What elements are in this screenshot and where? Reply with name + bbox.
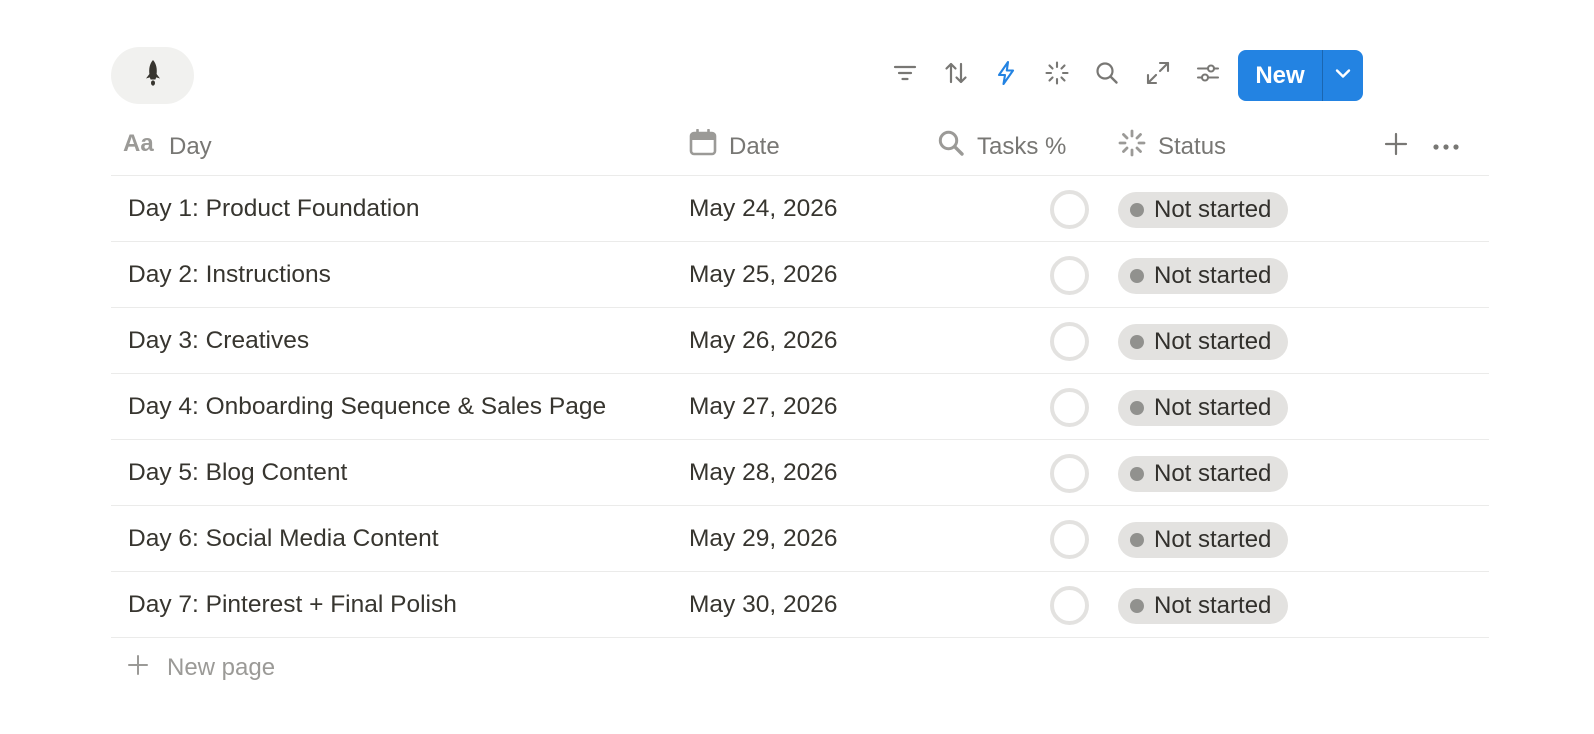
day-cell[interactable]: Day 4: Onboarding Sequence & Sales Page [128,374,606,439]
column-header-label: Status [1158,132,1227,160]
more-dots-icon [1433,138,1459,156]
automation-button[interactable] [981,50,1032,101]
status-dot [1130,203,1144,217]
plus-icon [127,654,167,683]
column-header-tasks[interactable]: Tasks % [937,118,1066,175]
view-tab-rocket[interactable] [111,47,194,104]
plus-icon [1384,132,1408,161]
search-icon [1094,60,1120,91]
status-badge[interactable]: Not started [1118,390,1289,426]
status-dot [1130,533,1144,547]
tasks-progress-ring[interactable] [1050,190,1089,229]
ai-button[interactable] [1032,50,1083,101]
date-cell[interactable]: May 26, 2026 [689,308,837,373]
add-property-button[interactable] [1376,118,1416,175]
table-row[interactable]: Day 2: Instructions May 25, 2026 Not sta… [111,242,1489,308]
expand-icon [1145,60,1171,91]
new-button[interactable]: New [1238,50,1322,101]
filter-button[interactable] [880,50,931,101]
table-row[interactable]: Day 4: Onboarding Sequence & Sales Page … [111,374,1489,440]
day-cell[interactable]: Day 7: Pinterest + Final Polish [128,572,457,637]
status-label: Not started [1154,328,1272,355]
new-page-button[interactable]: New page [127,648,275,688]
column-header-status[interactable]: Status [1118,118,1226,175]
ai-sparkle-icon [1044,60,1070,91]
table-body: Day 1: Product Foundation May 24, 2026 N… [111,176,1489,638]
date-cell[interactable]: May 24, 2026 [689,176,837,241]
status-dot [1130,335,1144,349]
tasks-progress-ring[interactable] [1050,322,1089,361]
expand-button[interactable] [1133,50,1184,101]
date-cell[interactable]: May 27, 2026 [689,374,837,439]
chevron-down-icon [1333,63,1353,88]
column-header-label: Day [169,132,212,160]
status-badge[interactable]: Not started [1118,522,1289,558]
date-cell[interactable]: May 28, 2026 [689,440,837,505]
status-badge[interactable]: Not started [1118,324,1289,360]
sort-button[interactable] [931,50,982,101]
new-button-group: New [1238,50,1363,101]
table-row[interactable]: Day 3: Creatives May 26, 2026 Not starte… [111,308,1489,374]
table-row[interactable]: Day 1: Product Foundation May 24, 2026 N… [111,176,1489,242]
day-cell[interactable]: Day 3: Creatives [128,308,309,373]
tasks-progress-ring[interactable] [1050,388,1089,427]
view-settings-button[interactable] [1183,50,1234,101]
status-label: Not started [1154,592,1272,619]
search-button[interactable] [1082,50,1133,101]
date-cell[interactable]: May 29, 2026 [689,506,837,571]
status-label: Not started [1154,394,1272,421]
database-toolbar [880,50,1234,101]
status-dot [1130,401,1144,415]
status-label: Not started [1154,196,1272,223]
table-row[interactable]: Day 7: Pinterest + Final Polish May 30, … [111,572,1489,638]
filter-icon [892,60,918,91]
status-dot [1130,269,1144,283]
status-badge[interactable]: Not started [1118,258,1289,294]
automation-icon [993,60,1019,91]
column-header-day[interactable]: Aa Day [123,118,212,175]
column-header-label: Tasks % [977,132,1067,160]
table-row[interactable]: Day 5: Blog Content May 28, 2026 Not sta… [111,440,1489,506]
date-cell[interactable]: May 30, 2026 [689,572,837,637]
calendar-icon [689,128,729,164]
day-cell[interactable]: Day 1: Product Foundation [128,176,419,241]
table-header: Aa Day Date Tasks % Status [111,118,1489,176]
status-dot [1130,467,1144,481]
day-cell[interactable]: Day 6: Social Media Content [128,506,439,571]
status-label: Not started [1154,460,1272,487]
new-dropdown-button[interactable] [1323,50,1363,101]
status-label: Not started [1154,526,1272,553]
column-header-label: Date [729,132,780,160]
tasks-progress-ring[interactable] [1050,520,1089,559]
status-dot [1130,599,1144,613]
tasks-progress-ring[interactable] [1050,586,1089,625]
day-cell[interactable]: Day 5: Blog Content [128,440,347,505]
column-header-date[interactable]: Date [689,118,780,175]
status-label: Not started [1154,262,1272,289]
day-cell[interactable]: Day 2: Instructions [128,242,331,307]
svg-text:Aa: Aa [123,131,154,155]
new-page-label: New page [167,654,276,681]
table-row[interactable]: Day 6: Social Media Content May 29, 2026… [111,506,1489,572]
more-options-button[interactable] [1424,118,1468,175]
status-badge[interactable]: Not started [1118,192,1289,228]
date-cell[interactable]: May 25, 2026 [689,242,837,307]
status-icon [1118,129,1158,164]
status-badge[interactable]: Not started [1118,456,1289,492]
search-icon [937,129,977,164]
text-property-icon: Aa [123,130,169,162]
sort-icon [943,60,969,91]
status-badge[interactable]: Not started [1118,588,1289,624]
tasks-progress-ring[interactable] [1050,256,1089,295]
settings-sliders-icon [1195,60,1221,91]
tasks-progress-ring[interactable] [1050,454,1089,493]
rocket-icon [141,59,165,92]
